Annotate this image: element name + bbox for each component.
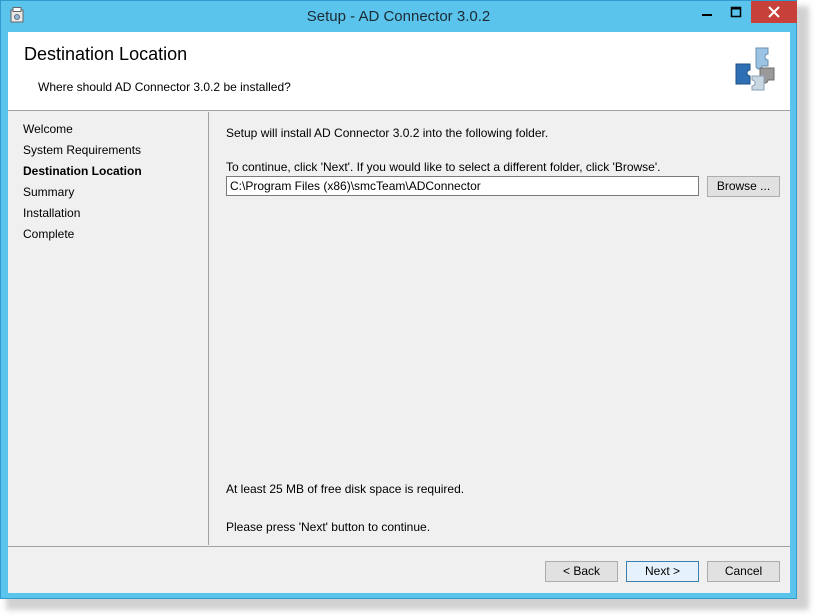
instruction-text: To continue, click 'Next'. If you would … (226, 160, 661, 174)
close-button[interactable] (751, 1, 797, 23)
window-title: Setup - AD Connector 3.0.2 (306, 8, 491, 25)
page-subtitle: Where should AD Connector 3.0.2 be insta… (38, 80, 291, 94)
step-installation: Installation (23, 206, 81, 220)
browse-button[interactable]: Browse ... (707, 176, 780, 197)
step-summary: Summary (23, 185, 75, 199)
main-content: Setup will install AD Connector 3.0.2 in… (209, 112, 790, 545)
title-bar[interactable]: Setup - AD Connector 3.0.2 (1, 1, 797, 31)
install-path-field[interactable] (226, 176, 699, 196)
maximize-button[interactable] (722, 1, 750, 23)
minimize-icon (702, 14, 712, 16)
step-welcome: Welcome (23, 122, 73, 136)
steps-sidebar: Welcome System Requirements Destination … (8, 112, 209, 545)
close-icon (768, 6, 780, 18)
continue-note: Please press 'Next' button to continue. (226, 520, 431, 534)
page-header: Destination Location Where should AD Con… (8, 32, 790, 111)
puzzle-icon (735, 47, 775, 91)
cancel-button[interactable]: Cancel (707, 561, 780, 582)
disk-space-text: At least 25 MB of free disk space is req… (226, 482, 465, 496)
step-complete: Complete (23, 227, 75, 241)
minimize-button[interactable] (693, 1, 721, 23)
page-title: Destination Location (24, 44, 188, 64)
next-button[interactable]: Next > (626, 561, 699, 582)
back-button[interactable]: < Back (545, 561, 618, 582)
step-destination-location: Destination Location (23, 164, 142, 178)
intro-text: Setup will install AD Connector 3.0.2 in… (226, 126, 549, 140)
button-bar: < Back Next > Cancel (8, 546, 790, 594)
dialog-client-area: Destination Location Where should AD Con… (8, 32, 790, 593)
step-system-requirements: System Requirements (23, 143, 142, 157)
maximize-icon (730, 6, 742, 18)
setup-window: Setup - AD Connector 3.0.2 Destination L… (0, 0, 797, 599)
